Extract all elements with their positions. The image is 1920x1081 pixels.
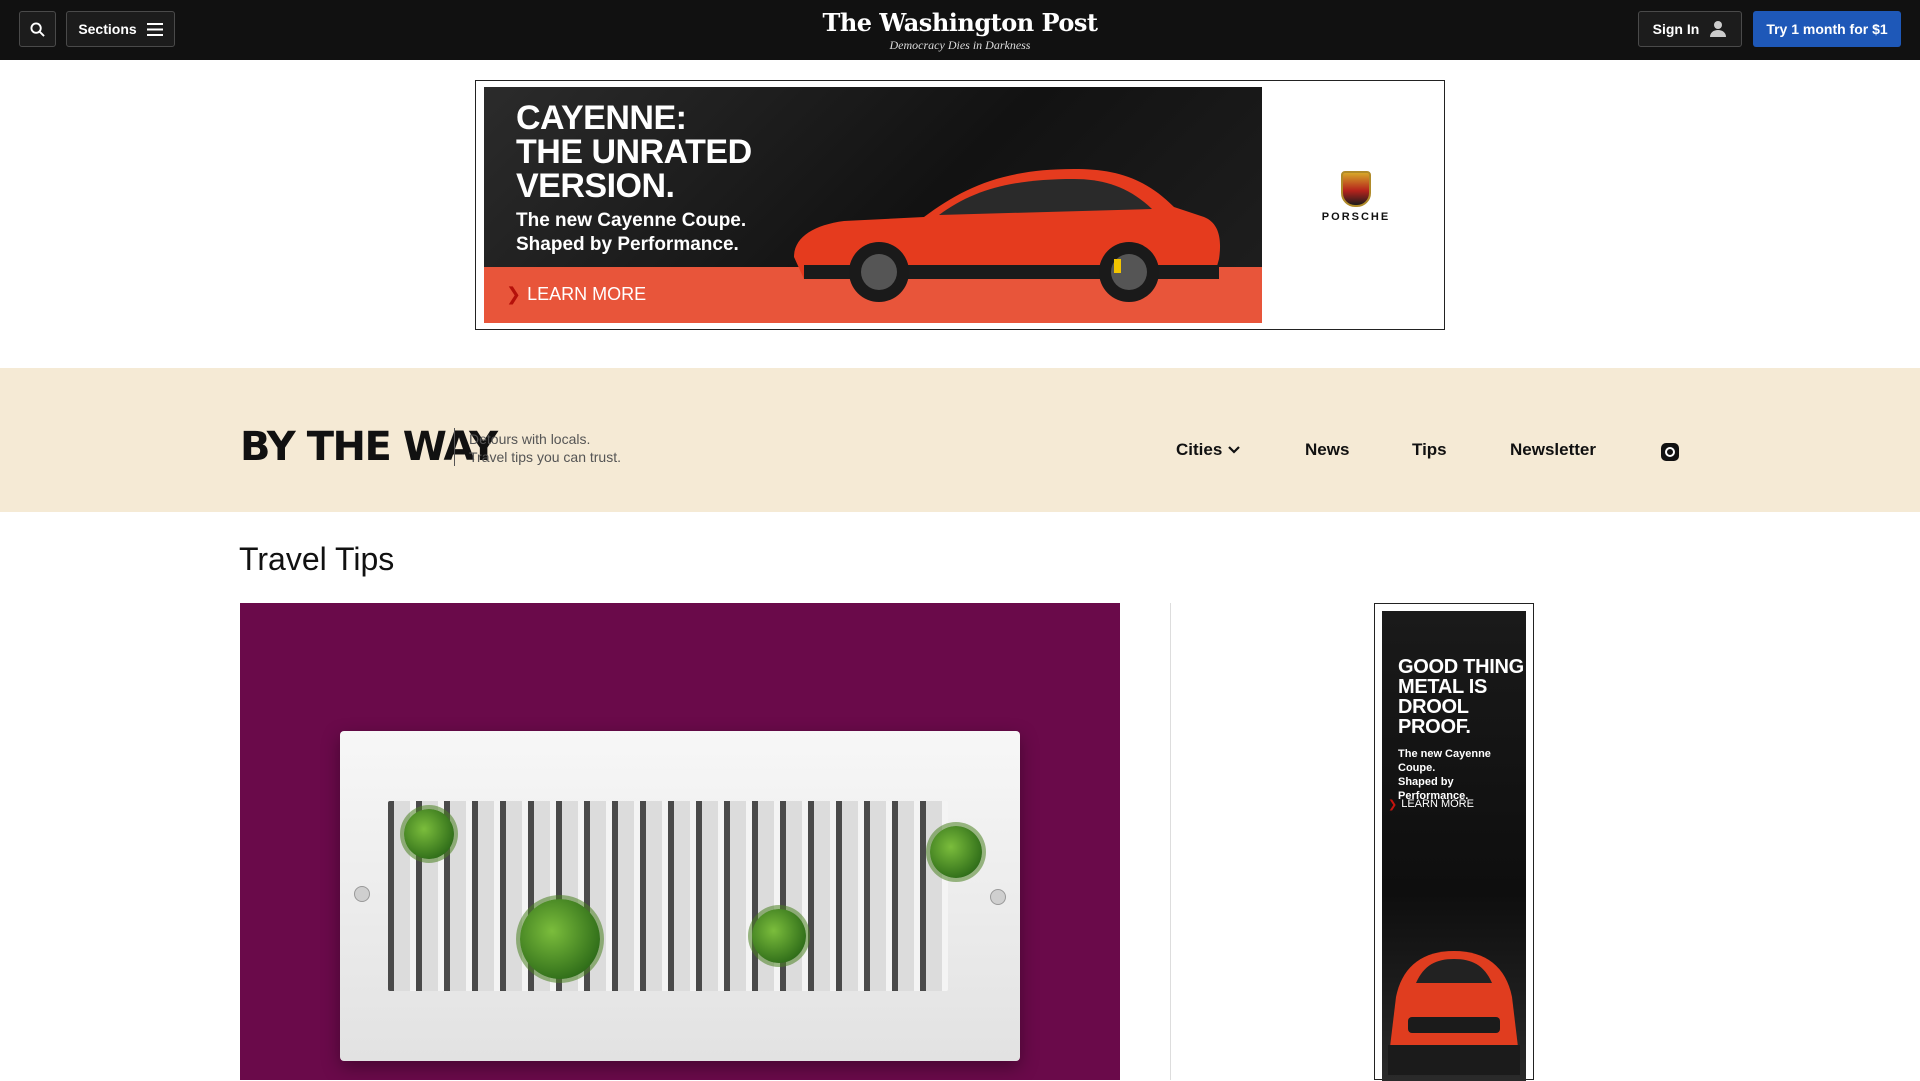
ad-subheadline: The new Cayenne Coupe. Shaped by Perform… [516, 209, 746, 257]
ad-headline-line: VERSION. [516, 167, 675, 205]
sidebar-ad-headline: GOOD THING METAL IS DROOL PROOF. [1398, 657, 1524, 737]
search-icon [30, 21, 45, 37]
ad-headline-line: CAYENNE: [516, 99, 687, 137]
search-button[interactable] [19, 11, 56, 47]
vent-screw [990, 889, 1006, 905]
sidebar-ad-sub: The new Cayenne Coupe. Shaped by Perform… [1398, 747, 1526, 803]
instagram-icon[interactable] [1661, 443, 1679, 461]
sidebar-ad-headline-line: PROOF. [1398, 716, 1471, 738]
chevron-right-icon: ❯ [506, 284, 522, 304]
nav-newsletter[interactable]: Newsletter [1510, 440, 1596, 460]
chevron-down-icon [1228, 446, 1241, 454]
sidebar-ad-headline-line: METAL IS [1398, 676, 1488, 698]
masthead[interactable]: The Washington Post Democracy Dies in Da… [760, 8, 1160, 52]
sidebar-ad-banner[interactable]: GOOD THING METAL IS DROOL PROOF. The new… [1382, 611, 1526, 1081]
section-tagline: Detours with locals. Travel tips you can… [469, 430, 621, 466]
nav-cities[interactable]: Cities [1176, 440, 1241, 460]
virus-icon [404, 809, 454, 859]
car-front-image [1388, 951, 1520, 1075]
user-icon [1710, 21, 1727, 37]
hamburger-icon [146, 22, 163, 36]
ad-learn-more[interactable]: ❯ LEARN MORE [506, 284, 646, 305]
washington-post-logo[interactable]: The Washington Post [760, 8, 1160, 38]
air-vent-illustration [340, 731, 1020, 1061]
column-divider [1170, 603, 1171, 1080]
vent-screw [354, 886, 370, 902]
virus-icon [752, 909, 806, 963]
chevron-right-icon: ❯ [1388, 799, 1398, 811]
sign-in-button[interactable]: Sign In [1638, 11, 1742, 47]
masthead-tagline: Democracy Dies in Darkness [889, 38, 1031, 52]
by-the-way-logo[interactable]: BY THE WAY [240, 424, 498, 470]
sidebar-ad-headline-line: DROOL [1398, 696, 1469, 718]
ad-headline: CAYENNE: THE UNRATED VERSION. [516, 101, 752, 203]
hero-image[interactable] [240, 603, 1120, 1080]
sections-label: Sections [78, 21, 137, 37]
ad-banner[interactable]: CAYENNE: THE UNRATED VERSION. The new Ca… [484, 87, 1262, 323]
section-tagline-line: Travel tips you can trust. [469, 449, 621, 465]
nav-news[interactable]: News [1305, 440, 1349, 460]
porsche-wordmark: PORSCHE [1321, 211, 1391, 223]
nav-cities-label: Cities [1176, 440, 1223, 459]
virus-icon [520, 899, 600, 979]
vent-slats [388, 801, 948, 991]
ad-cta-label: LEARN MORE [527, 284, 647, 304]
virus-icon [930, 826, 982, 878]
sidebar-advertisement[interactable]: GOOD THING METAL IS DROOL PROOF. The new… [1374, 603, 1534, 1081]
logo-divider [454, 428, 455, 466]
ad-sub-line: Shaped by Performance. [516, 234, 739, 255]
section-tagline-line: Detours with locals. [469, 431, 591, 447]
top-nav-bar: Sections The Washington Post Democracy D… [0, 0, 1920, 60]
page-title: Travel Tips [239, 541, 395, 577]
car-image [794, 169, 1221, 302]
sidebar-ad-headline-line: GOOD THING [1398, 656, 1524, 678]
top-advertisement[interactable]: CAYENNE: THE UNRATED VERSION. The new Ca… [475, 80, 1445, 330]
ad-sub-line: The new Cayenne Coupe. [516, 210, 747, 231]
sidebar-ad-sub-line: The new Cayenne Coupe. [1398, 748, 1491, 774]
sections-button[interactable]: Sections [66, 11, 175, 47]
subscribe-button[interactable]: Try 1 month for $1 [1753, 11, 1901, 47]
sign-in-label: Sign In [1652, 21, 1700, 37]
porsche-logo[interactable]: PORSCHE [1296, 171, 1416, 223]
porsche-crest-icon [1341, 171, 1371, 207]
nav-tips[interactable]: Tips [1412, 440, 1447, 460]
sidebar-ad-learn-more[interactable]: ❯ LEARN MORE [1388, 798, 1474, 811]
sidebar-ad-cta-label: LEARN MORE [1401, 798, 1474, 810]
ad-headline-line: THE UNRATED [516, 133, 752, 171]
